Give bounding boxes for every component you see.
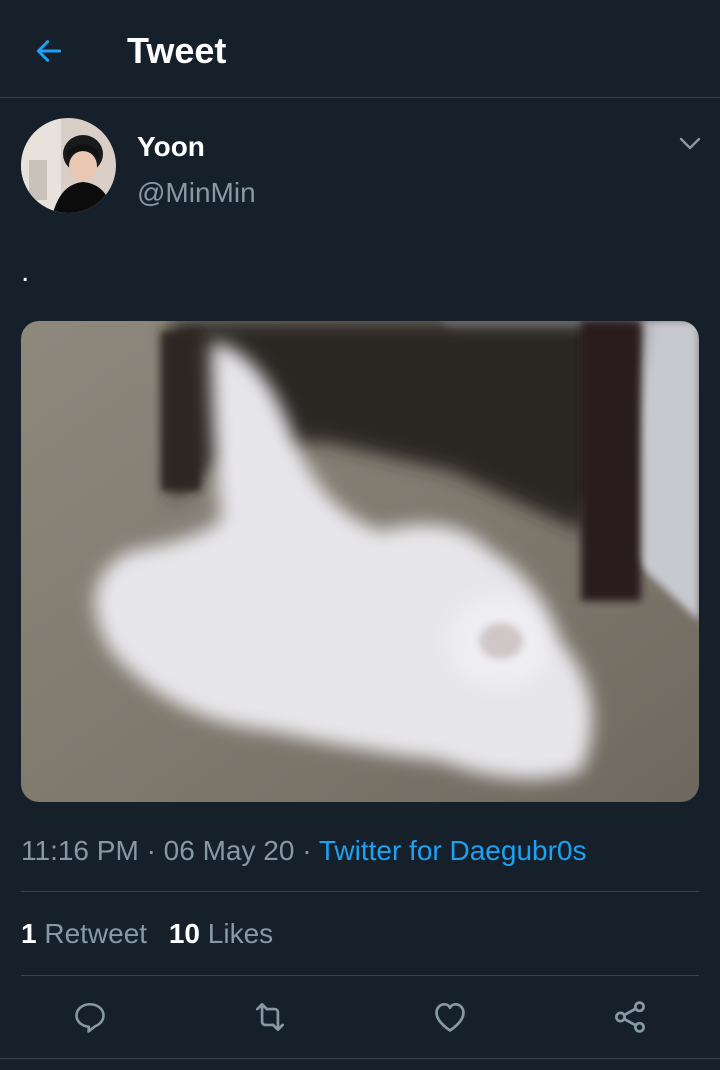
divider (21, 975, 699, 976)
likes-label: Likes (207, 918, 274, 949)
like-button[interactable] (427, 994, 473, 1040)
retweet-button[interactable] (247, 994, 293, 1040)
retweet-icon (255, 1002, 285, 1032)
retweets-label: Retweet (44, 918, 148, 949)
likes-count: 10 (168, 918, 201, 949)
meta-separator: · (302, 835, 312, 866)
retweets-count: 1 (21, 918, 37, 949)
share-button[interactable] (607, 994, 653, 1040)
author-name[interactable]: Yoon (137, 131, 205, 163)
back-button[interactable] (26, 28, 72, 74)
tweet-time: 11:16 PM (21, 835, 139, 866)
tweet-image[interactable] (21, 321, 699, 802)
reply-button[interactable] (67, 994, 113, 1040)
meta-separator: · (146, 835, 156, 866)
cat-photo (21, 321, 699, 802)
likes-stat[interactable]: 10 Likes (169, 917, 273, 951)
page-title: Tweet (127, 30, 227, 71)
avatar[interactable] (21, 118, 116, 213)
tweet-text: . (21, 255, 30, 288)
author-handle[interactable]: @MinMin (137, 177, 256, 209)
divider (0, 1058, 720, 1059)
avatar-image (21, 118, 116, 213)
share-icon (615, 1001, 645, 1033)
retweets-stat[interactable]: 1 Retweet (21, 917, 147, 951)
more-options-button[interactable] (674, 130, 706, 158)
reply-icon (75, 1002, 105, 1033)
tweet-metadata: 11:16 PM · 06 May 20 · Twitter for Daegu… (21, 834, 586, 868)
tweet-stats: 1 Retweet 10 Likes (21, 917, 273, 951)
tweet-date: 06 May 20 (163, 835, 295, 866)
heart-icon (435, 1002, 465, 1032)
tweet-source-link[interactable]: Twitter for Daegubr0s (319, 835, 587, 866)
divider (21, 891, 699, 892)
top-bar: Tweet (0, 0, 720, 98)
chevron-down-icon (679, 137, 701, 150)
tweet-actions-bar (0, 994, 720, 1040)
arrow-left-icon (36, 40, 62, 62)
